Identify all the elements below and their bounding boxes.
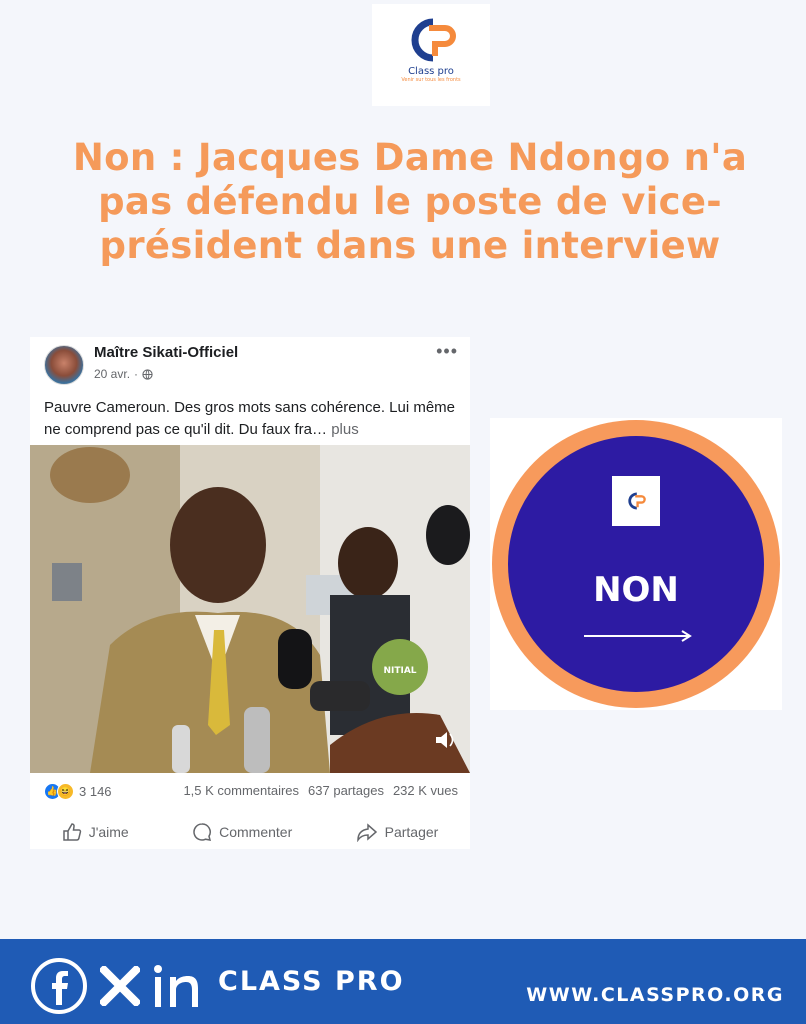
video-frame: NITIAL [30, 445, 470, 773]
haha-reaction-icon: 😆 [57, 783, 74, 800]
meta-separator: · [134, 367, 139, 381]
facebook-post: Maître Sikati-Officiel 20 avr. · ••• Pau… [30, 337, 470, 849]
website-link[interactable]: WWW.CLASSPRO.ORG [526, 984, 784, 1006]
share-icon [356, 823, 377, 842]
post-author[interactable]: Maître Sikati-Officiel [94, 344, 238, 361]
post-stats: 👍 😆 3 146 1,5 K commentaires 637 partage… [30, 777, 470, 805]
verdict-circle: NON [508, 436, 764, 692]
see-more-link[interactable]: plus [331, 421, 359, 438]
verdict-badge: NON [490, 418, 782, 710]
like-button[interactable]: J'aime [62, 822, 129, 842]
brand-name: CLASS PRO [218, 966, 405, 997]
comment-button[interactable]: Commenter [192, 822, 292, 842]
arrow-right-icon [584, 630, 692, 642]
post-header: Maître Sikati-Officiel 20 avr. · ••• [30, 337, 470, 395]
post-body: Pauvre Cameroun. Des gros mots sans cohé… [44, 399, 456, 438]
globe-icon [142, 368, 153, 380]
classpro-logo-icon [628, 492, 646, 510]
comment-label: Commenter [219, 824, 293, 840]
stats-right: 1,5 K commentaires 637 partages 232 K vu… [183, 783, 458, 798]
facebook-icon[interactable] [30, 957, 88, 1015]
social-icons [30, 957, 214, 1015]
video-watermark: NITIAL [383, 666, 416, 676]
logo-tagline: Venir sur tous les fronts [401, 77, 461, 83]
shares-count[interactable]: 637 partages [308, 783, 384, 798]
reaction-count: 3 146 [79, 784, 112, 799]
footer: CLASS PRO WWW.CLASSPRO.ORG [0, 939, 806, 1024]
like-label: J'aime [88, 824, 129, 840]
linkedin-icon[interactable] [152, 964, 214, 1008]
avatar[interactable] [44, 345, 84, 385]
more-options-icon[interactable]: ••• [436, 341, 458, 362]
post-meta: 20 avr. · [94, 367, 153, 381]
views-count: 232 K vues [392, 783, 458, 798]
classpro-logo-icon [411, 18, 456, 62]
share-label: Partager [384, 824, 439, 840]
logo-name: Class pro [408, 66, 454, 77]
verdict-label: NON [593, 570, 679, 610]
post-date[interactable]: 20 avr. [94, 367, 130, 381]
post-text: Pauvre Cameroun. Des gros mots sans cohé… [30, 395, 470, 445]
share-button[interactable]: Partager [356, 822, 439, 842]
comment-icon [193, 823, 212, 841]
headline: Non : Jacques Dame Ndongo n'a pas défend… [72, 136, 748, 267]
reactions[interactable]: 👍 😆 3 146 [44, 783, 112, 800]
post-actions: J'aime Commenter Partager [30, 815, 470, 849]
x-icon[interactable] [100, 966, 140, 1006]
post-video[interactable]: NITIAL [30, 445, 470, 773]
comments-count[interactable]: 1,5 K commentaires [183, 783, 299, 798]
thumbs-up-icon [62, 823, 81, 841]
badge-logo [612, 476, 660, 526]
classpro-logo: Class pro Venir sur tous les fronts [372, 4, 490, 106]
